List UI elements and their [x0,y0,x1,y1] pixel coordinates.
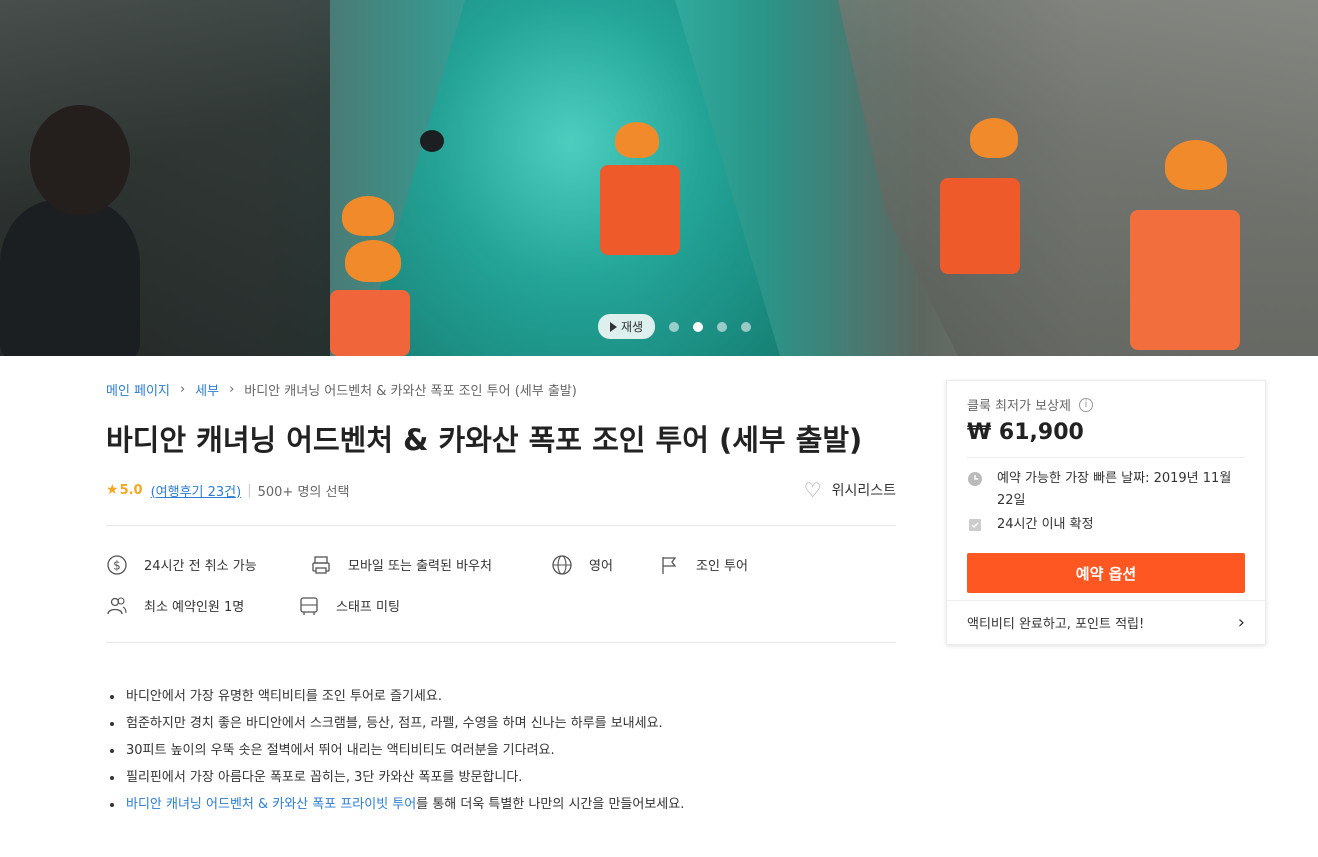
features-row: $ 24시간 전 취소 가능 모바일 또는 출력된 바우처 영어 조인 투어 [106,544,896,585]
rating-separator: | [247,482,252,498]
divider [967,457,1245,458]
feature-min-people: 최소 예약인원 1명 [106,595,298,617]
feature-cancellation-label: 24시간 전 취소 가능 [144,559,257,574]
hero-vest [1130,210,1240,350]
book-options-button[interactable]: 예약 옵션 [967,553,1245,593]
feature-language: 영어 [551,554,658,576]
hero-helmet [345,240,401,282]
clock-icon [967,468,983,512]
carousel-controls: 재생 [598,314,752,339]
play-label: 재생 [621,320,644,334]
earliest-date-text: 예약 가능한 가장 빠른 날짜: 2019년 11월 22일 [997,471,1232,508]
points-text: 액티비티 완료하고, 포인트 적립! [967,617,1145,632]
breadcrumb-cebu[interactable]: 세부 [195,380,219,399]
hero-image: 재생 [0,0,1318,356]
highlight-item: 험준하지만 경치 좋은 바디안에서 스크램블, 등산, 점프, 라펠, 수영을 … [110,710,896,737]
divider [106,642,896,643]
breadcrumb-home[interactable]: 메인 페이지 [106,380,170,399]
confirm-row: 24시간 이내 확정 [967,514,1245,541]
earliest-date-row: 예약 가능한 가장 빠른 날짜: 2019년 11월 22일 [967,468,1245,512]
wishlist-button[interactable]: ♡ 위시리스트 [804,480,896,500]
hero-guide-head [30,105,130,215]
chevron-right-icon: › [1237,612,1245,633]
carousel-dot[interactable] [717,321,728,332]
flag-icon [658,554,680,576]
wishlist-label: 위시리스트 [831,483,896,499]
confirm-text: 24시간 이내 확정 [997,517,1094,532]
booked-count: 500+ 명의 선택 [257,484,350,500]
private-tour-link[interactable]: 바디안 캐녀닝 어드벤처 & 카와산 폭포 프라이빗 투어 [126,797,416,812]
booking-card: 클룩 최저가 보상제 i ₩ 61,900 예약 가능한 가장 빠른 날짜: 2… [946,380,1266,645]
points-banner[interactable]: 액티비티 완료하고, 포인트 적립! › [947,600,1265,644]
features-list: $ 24시간 전 취소 가능 모바일 또는 출력된 바우처 영어 조인 투어 최… [106,526,896,630]
hero-helmet [1165,140,1227,190]
carousel-dot[interactable] [669,321,680,332]
dollar-refund-icon: $ [106,554,128,576]
reviews-link[interactable]: (여행후기 23건) [151,481,242,500]
hero-vest [600,165,680,255]
breadcrumb: 메인 페이지 › 세부 › 바디안 캐녀닝 어드벤처 & 카와산 폭포 조인 투… [106,380,896,399]
hero-guide-figure [0,200,140,356]
hero-river [360,0,780,356]
heart-icon: ♡ [803,478,822,502]
highlight-item: 바디안에서 가장 유명한 액티비티를 조인 투어로 즐기세요. [110,683,896,710]
hero-vest [330,290,410,356]
carousel-dot[interactable] [693,321,704,332]
info-icon[interactable]: i [1078,397,1093,412]
price-guarantee-label: 클룩 최저가 보상제 [967,399,1071,414]
page-title: 바디안 캐녀닝 어드벤처 & 카와산 폭포 조인 투어 (세부 출발) [106,423,863,457]
feature-language-label: 영어 [589,559,613,574]
hero-swimmer [420,130,444,152]
printer-icon [310,554,332,576]
feature-meeting: 스태프 미팅 [298,595,400,617]
feature-min-people-label: 최소 예약인원 1명 [144,600,245,615]
price: ₩ 61,900 [967,420,1084,445]
carousel-dot[interactable] [741,321,752,332]
highlight-item-text: 를 통해 더욱 특별한 나만의 시간을 만들어보세요. [416,797,685,812]
hero-helmet [615,122,659,158]
highlight-item: 30피트 높이의 우뚝 솟은 절벽에서 뛰어 내리는 액티비티도 여러분을 기다… [110,737,896,764]
svg-text:$: $ [113,558,121,572]
rating-row: ★ 5.0 (여행후기 23건) | 500+ 명의 선택 ♡ 위시리스트 [106,477,896,503]
highlight-item: 필리핀에서 가장 아름다운 폭포로 꼽히는, 3단 카와산 폭포를 방문합니다. [110,764,896,791]
chevron-right-icon: › [179,382,186,397]
hero-helmet [970,118,1018,158]
highlights-list: 바디안에서 가장 유명한 액티비티를 조인 투어로 즐기세요. 험준하지만 경치… [106,683,896,818]
rating-score: 5.0 [119,482,143,498]
feature-voucher: 모바일 또는 출력된 바우처 [310,554,551,576]
main-content: 메인 페이지 › 세부 › 바디안 캐녀닝 어드벤처 & 카와산 폭포 조인 투… [106,356,896,818]
highlight-item: 바디안 캐녀닝 어드벤처 & 카와산 폭포 프라이빗 투어를 통해 더욱 특별한… [110,791,896,818]
play-button[interactable]: 재생 [598,314,656,339]
star-icon: ★ [106,482,119,498]
hero-vest [940,178,1020,274]
play-icon [610,321,617,332]
price-guarantee: 클룩 최저가 보상제 i [967,395,1245,414]
feature-cancellation: $ 24시간 전 취소 가능 [106,554,310,576]
feature-tour-type-label: 조인 투어 [696,559,748,574]
features-row: 최소 예약인원 1명 스태프 미팅 [106,585,896,626]
globe-icon [551,554,573,576]
check-box-icon [967,514,983,541]
hero-helmet [342,196,394,236]
bus-icon [298,595,320,617]
feature-voucher-label: 모바일 또는 출력된 바우처 [348,559,492,574]
breadcrumb-current: 바디안 캐녀닝 어드벤처 & 카와산 폭포 조인 투어 (세부 출발) [244,384,577,399]
feature-meeting-label: 스태프 미팅 [336,600,400,615]
chevron-right-icon: › [229,382,235,397]
feature-tour-type: 조인 투어 [658,554,748,576]
people-icon [106,595,128,617]
